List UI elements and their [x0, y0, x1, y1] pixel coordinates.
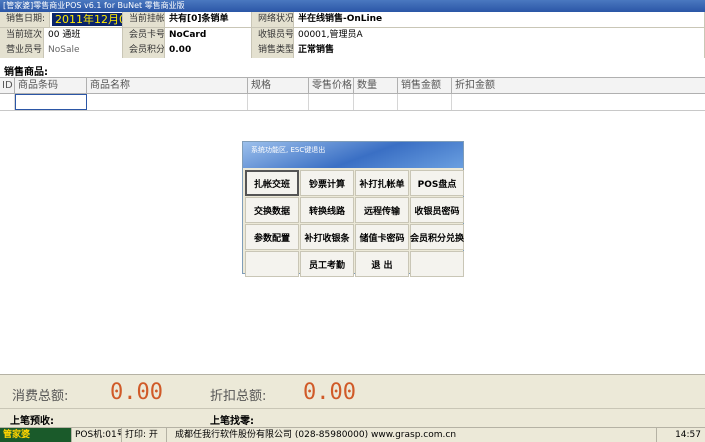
print-status: 打印: 开	[122, 428, 167, 442]
last-prepaid-label: 上笔预收:	[10, 416, 54, 427]
empty-slot	[245, 251, 299, 277]
consume-total-value: 0.00	[110, 380, 163, 405]
remote-transfer-button[interactable]: 远程传输	[355, 197, 409, 223]
network-value: 半在线销售-OnLine	[294, 12, 705, 27]
cash-count-button[interactable]: 钞票计算	[300, 170, 354, 196]
consume-total-label: 消费总额:	[12, 389, 69, 404]
shift-value: 00 通班	[44, 28, 123, 43]
divider	[0, 408, 705, 409]
column-header-price[interactable]: 零售价格	[309, 78, 354, 93]
clerk-value: NoSale	[44, 43, 123, 58]
sale-type-label: 销售类型:	[252, 43, 294, 58]
empty-slot	[410, 251, 464, 277]
product-table: ID 商品条码 商品名称 规格 零售价格 数量 销售金额 折扣金额	[0, 77, 705, 111]
clock: 14:57	[675, 430, 701, 440]
table-row[interactable]	[0, 94, 705, 111]
member-points-label: 会员积分:	[123, 43, 165, 58]
sale-date-value: 2011年12月05日	[52, 13, 122, 26]
cell-spec	[248, 94, 309, 110]
switch-line-button[interactable]: 转换线路	[300, 197, 354, 223]
network-label: 网络状况:	[252, 12, 294, 27]
dialog-title: 系统功能区, ESC键退出	[243, 142, 463, 168]
column-header-id[interactable]: ID	[0, 78, 15, 93]
shift-close-button[interactable]: 扎帐交班	[245, 170, 299, 196]
discount-total-label: 折扣总额:	[210, 389, 267, 404]
window-title: [管家婆]零售商业POS v6.1 for BuNet 零售商业版	[0, 0, 705, 12]
barcode-input-cell[interactable]	[15, 94, 87, 110]
column-header-barcode[interactable]: 商品条码	[15, 78, 87, 93]
cell-sale-amount	[398, 94, 452, 110]
member-points-redeem-button[interactable]: 会员积分兑换	[410, 224, 464, 250]
last-change-label: 上笔找零:	[210, 416, 254, 427]
status-bar: 管家婆 POS机:01号 打印: 开 成都任我行软件股份有限公司 (028-85…	[0, 427, 705, 442]
exit-button[interactable]: 退 出	[355, 251, 409, 277]
column-header-quantity[interactable]: 数量	[354, 78, 398, 93]
column-header-sale-amount[interactable]: 销售金额	[398, 78, 452, 93]
system-function-dialog: 系统功能区, ESC键退出 扎帐交班 钞票计算 补打扎帐单 POS盘点 交换数据…	[242, 141, 464, 277]
clerk-label: 营业员号:	[0, 43, 44, 58]
sale-date-label: 销售日期:	[0, 12, 50, 27]
shift-label: 当前班次:	[0, 28, 44, 43]
member-points-value: 0.00	[165, 43, 252, 58]
member-card-value: NoCard	[165, 28, 252, 43]
brand-logo: 管家婆	[0, 428, 72, 442]
stored-card-password-button[interactable]: 储值卡密码	[355, 224, 409, 250]
sale-type-value: 正常销售	[294, 43, 705, 58]
column-header-spec[interactable]: 规格	[248, 78, 309, 93]
pos-stocktake-button[interactable]: POS盘点	[410, 170, 464, 196]
totals-panel: 消费总额: 0.00 折扣总额: 0.00 上笔预收: 上笔找零:	[0, 374, 705, 427]
cell-name	[87, 94, 248, 110]
cashier-label: 收银员号:	[252, 28, 294, 43]
discount-total-value: 0.00	[303, 380, 356, 405]
parameter-config-button[interactable]: 参数配置	[245, 224, 299, 250]
company-info: 成都任我行软件股份有限公司 (028-85980000) www.grasp.c…	[167, 428, 657, 442]
pos-id: POS机:01号	[72, 428, 122, 442]
cell-price	[309, 94, 354, 110]
reprint-receipt-button[interactable]: 补打收银条	[300, 224, 354, 250]
sale-date-field[interactable]: 2011年12月05日	[50, 12, 123, 27]
cell-id	[0, 94, 15, 110]
column-header-discount-amount[interactable]: 折扣金额	[452, 78, 705, 93]
cashier-value: 00001,管理员A	[294, 28, 705, 43]
member-card-label: 会员卡号:	[123, 28, 165, 43]
sale-info-panel: 销售日期: 2011年12月05日 当前挂帐: 共有[0]条销单 网络状况: 半…	[0, 12, 705, 58]
current-bill-label: 当前挂帐:	[123, 12, 165, 27]
current-bill-value: 共有[0]条销单	[165, 12, 252, 27]
cell-quantity	[354, 94, 398, 110]
cashier-password-button[interactable]: 收银员密码	[410, 197, 464, 223]
cell-discount-amount	[452, 94, 705, 110]
table-header: ID 商品条码 商品名称 规格 零售价格 数量 销售金额 折扣金额	[0, 77, 705, 94]
reprint-close-slip-button[interactable]: 补打扎帐单	[355, 170, 409, 196]
staff-attendance-button[interactable]: 员工考勤	[300, 251, 354, 277]
column-header-name[interactable]: 商品名称	[87, 78, 248, 93]
exchange-data-button[interactable]: 交换数据	[245, 197, 299, 223]
products-section-label: 销售商品:	[4, 67, 48, 78]
